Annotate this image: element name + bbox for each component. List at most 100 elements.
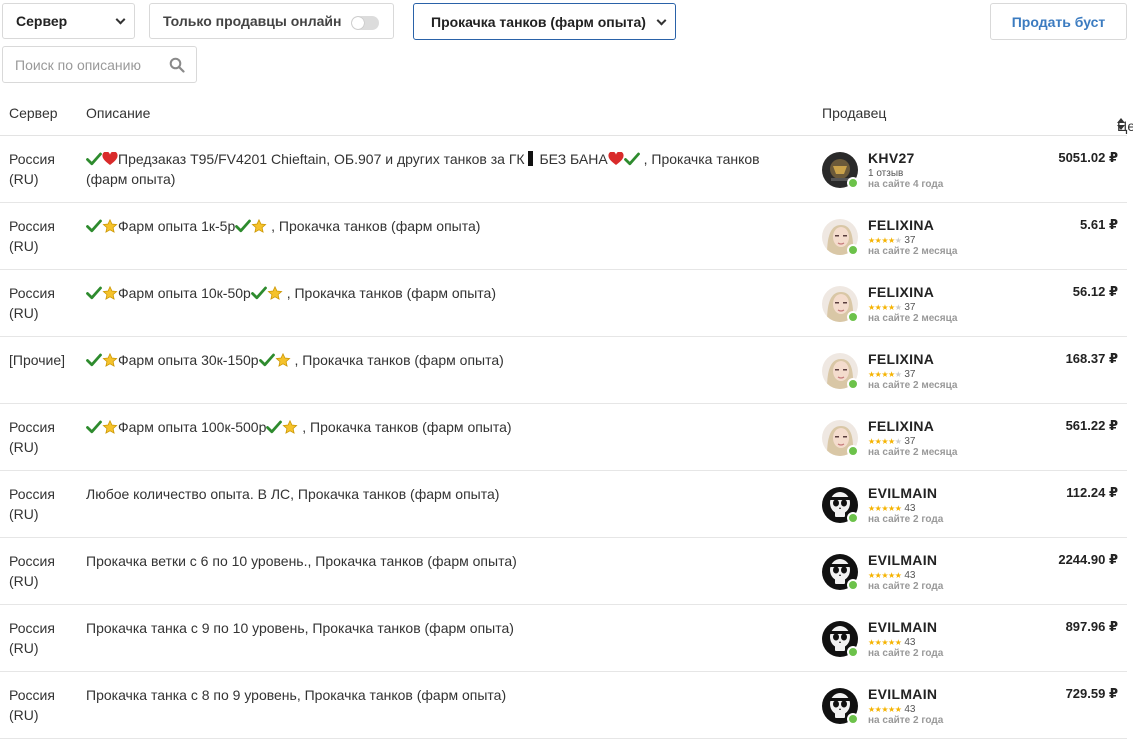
seller-name[interactable]: EVILMAIN (868, 619, 937, 635)
description-text: БЕЗ БАНА (535, 151, 608, 167)
server-select-label: Сервер (16, 13, 68, 29)
seller-reviews: 37 (904, 235, 916, 246)
server-cell: Россия (RU) (9, 419, 55, 455)
description-text: Фарм опыта 10к-50р (118, 285, 251, 301)
search-input[interactable] (3, 47, 163, 82)
price-cell: 168.37 ₽ (1065, 351, 1118, 366)
seller-since: на сайте 2 месяца (868, 447, 958, 458)
sort-icon (1117, 118, 1125, 130)
description-text: , Прокачка танков (фарм опыта) (298, 419, 512, 435)
seller-name[interactable]: EVILMAIN (868, 552, 937, 568)
seller-rating: ★★★★★ 37 (868, 235, 915, 246)
table-row[interactable]: Россия (RU) Любое количество опыта. В ЛС,… (0, 471, 1127, 538)
server-cell: Россия (RU) (9, 486, 55, 522)
seller-name[interactable]: EVILMAIN (868, 485, 937, 501)
table-row[interactable]: Россия (RU) Прокачка танка с 8 по 9 урове… (0, 672, 1127, 739)
offers-table-body: Россия (RU) Предзаказ T95/FV4201 Chieftai… (0, 136, 1127, 739)
search-icon[interactable] (169, 57, 185, 73)
table-row[interactable]: Россия (RU) Фарм опыта 10к-50р , Прокачка… (0, 270, 1127, 337)
table-row[interactable]: Россия (RU) Предзаказ T95/FV4201 Chieftai… (0, 136, 1127, 203)
black-bar-icon (525, 149, 536, 169)
seller-name[interactable]: FELIXINA (868, 351, 934, 367)
seller-since: на сайте 2 года (868, 514, 944, 525)
sell-boost-button[interactable]: Продать буст (990, 3, 1127, 40)
star-icon (102, 350, 118, 370)
description-text: , Прокачка танков (фарм опыта) (290, 352, 504, 368)
seller-reviews: 37 (904, 369, 916, 380)
seller-reviews: 1 отзыв (868, 168, 904, 179)
seller-name[interactable]: FELIXINA (868, 217, 934, 233)
seller-name[interactable]: FELIXINA (868, 284, 934, 300)
online-toggle-label: Только продавцы онлайн (163, 13, 342, 29)
online-status-dot (847, 445, 859, 457)
description-cell: Фарм опыта 30к-150р , Прокачка танков (ф… (86, 350, 786, 370)
seller-cell[interactable]: EVILMAIN ★★★★★ 43 на сайте 2 года (822, 619, 1022, 659)
check-icon (623, 149, 640, 169)
chevron-down-icon (115, 14, 126, 25)
seller-cell[interactable]: FELIXINA ★★★★★ 37 на сайте 2 месяца (822, 284, 1022, 324)
table-row[interactable]: Россия (RU) Прокачка танка с 9 по 10 уров… (0, 605, 1127, 672)
server-cell: Россия (RU) (9, 151, 55, 187)
price-cell: 5051.02 ₽ (1058, 150, 1118, 165)
online-status-dot (847, 713, 859, 725)
seller-since: на сайте 2 месяца (868, 380, 958, 391)
table-row[interactable]: Россия (RU) Фарм опыта 100к-500р , Прокач… (0, 404, 1127, 471)
description-text: Предзаказ T95/FV4201 Chieftain, ОБ.907 и… (118, 151, 525, 167)
star-icon (102, 417, 118, 437)
star-icon (102, 216, 118, 236)
check-icon (250, 283, 267, 303)
seller-cell[interactable]: EVILMAIN ★★★★★ 43 на сайте 2 года (822, 686, 1022, 726)
price-cell: 561.22 ₽ (1065, 418, 1118, 433)
rating-stars: ★★★★★ (868, 370, 902, 379)
server-cell: Россия (RU) (9, 218, 55, 254)
description-text: , Прокачка танков (фарм опыта) (282, 285, 496, 301)
rating-stars: ★★★★★ (868, 437, 902, 446)
server-cell: Россия (RU) (9, 687, 55, 723)
seller-name[interactable]: FELIXINA (868, 418, 934, 434)
seller-cell[interactable]: EVILMAIN ★★★★★ 43 на сайте 2 года (822, 485, 1022, 525)
server-select[interactable]: Сервер (2, 3, 135, 39)
check-icon (235, 216, 252, 236)
seller-name[interactable]: KHV27 (868, 150, 915, 166)
table-header: Сервер Описание Продавец Цена (0, 92, 1133, 136)
seller-rating: ★★★★★ 43 (868, 637, 915, 648)
description-text: Прокачка танка с 8 по 9 уровень, Прокачк… (86, 687, 507, 703)
toggle-switch[interactable] (351, 16, 379, 30)
description-cell: Фарм опыта 1к-5р , Прокачка танков (фарм… (86, 216, 786, 236)
seller-reviews: 37 (904, 302, 916, 313)
seller-cell[interactable]: EVILMAIN ★★★★★ 43 на сайте 2 года (822, 552, 1022, 592)
filters-bar: Сервер Только продавцы онлайн Прокачка т… (0, 0, 1133, 86)
price-cell: 5.61 ₽ (1080, 217, 1118, 232)
check-icon (86, 216, 102, 236)
seller-rating: ★★★★★ 37 (868, 436, 915, 447)
online-status-dot (847, 579, 859, 591)
check-icon (86, 417, 102, 437)
star-icon (251, 216, 267, 236)
seller-cell[interactable]: FELIXINA ★★★★★ 37 на сайте 2 месяца (822, 217, 1022, 257)
table-row[interactable]: [Прочие] Фарм опыта 30к-150р , Прокачка т… (0, 337, 1127, 404)
seller-since: на сайте 4 года (868, 179, 944, 190)
table-row[interactable]: Россия (RU) Прокачка ветки с 6 по 10 уров… (0, 538, 1127, 605)
check-icon (258, 350, 275, 370)
seller-reviews: 37 (904, 436, 916, 447)
online-status-dot (847, 177, 859, 189)
header-seller: Продавец (822, 105, 887, 121)
seller-since: на сайте 2 месяца (868, 313, 958, 324)
star-icon (102, 283, 118, 303)
category-select[interactable]: Прокачка танков (фарм опыта) (413, 3, 676, 40)
seller-since: на сайте 2 года (868, 715, 944, 726)
header-description: Описание (86, 105, 151, 121)
description-cell: Фарм опыта 10к-50р , Прокачка танков (фа… (86, 283, 786, 303)
seller-since: на сайте 2 года (868, 581, 944, 592)
description-text: Фарм опыта 30к-150р (118, 352, 259, 368)
seller-rating: ★★★★★ 37 (868, 369, 915, 380)
description-cell: Прокачка ветки с 6 по 10 уровень., Прока… (86, 551, 786, 571)
search-box (2, 46, 197, 83)
seller-cell[interactable]: FELIXINA ★★★★★ 37 на сайте 2 месяца (822, 418, 1022, 458)
online-sellers-toggle[interactable]: Только продавцы онлайн (149, 3, 394, 39)
seller-name[interactable]: EVILMAIN (868, 686, 937, 702)
star-icon (275, 350, 291, 370)
seller-cell[interactable]: FELIXINA ★★★★★ 37 на сайте 2 месяца (822, 351, 1022, 391)
table-row[interactable]: Россия (RU) Фарм опыта 1к-5р , Прокачка т… (0, 203, 1127, 270)
seller-cell[interactable]: KHV27 1 отзыв на сайте 4 года (822, 150, 1022, 190)
